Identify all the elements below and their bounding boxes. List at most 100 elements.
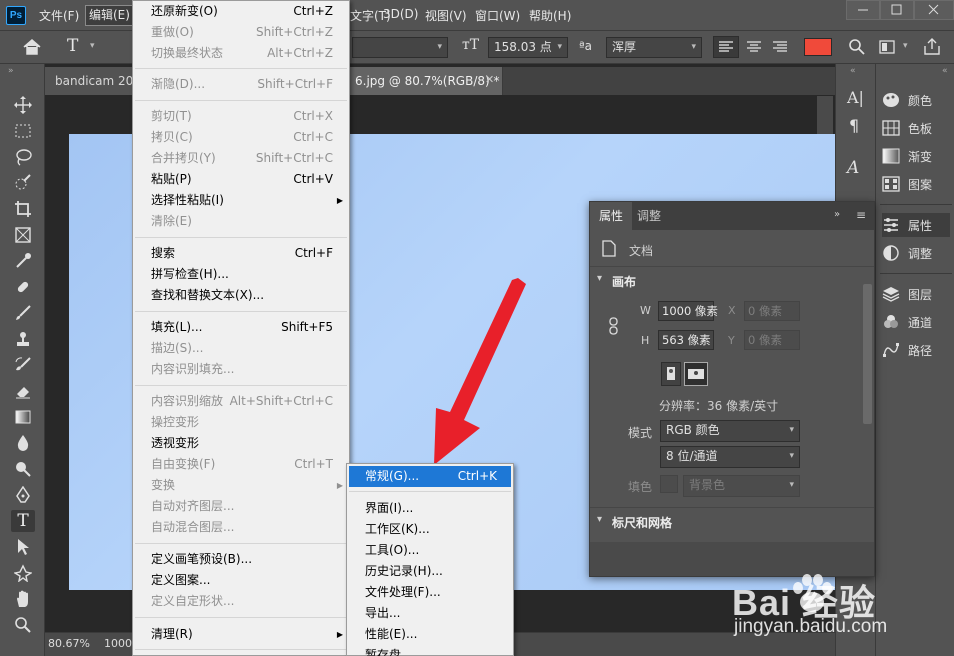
menu-window[interactable]: 窗口(W) <box>475 7 520 24</box>
menu-3d[interactable]: 3D(D) <box>383 7 418 21</box>
menu-item-free-transform[interactable]: 自由变换(F) Ctrl+T <box>133 454 349 475</box>
frame-tool-icon[interactable] <box>11 224 35 246</box>
submenu-item-history[interactable]: 历史记录(H)... <box>347 561 513 582</box>
menu-item-clear[interactable]: 清除(E) <box>133 211 349 232</box>
hand-tool-icon[interactable] <box>11 588 35 610</box>
doc-tab-1[interactable]: bandicam 202 <box>45 67 145 95</box>
submenu-item-workspace[interactable]: 工作区(K)... <box>347 519 513 540</box>
menu-item-transform[interactable]: 变换 ▶ <box>133 475 349 496</box>
menu-view[interactable]: 视图(V) <box>425 7 467 24</box>
paragraph-icon[interactable]: ¶ <box>849 116 859 135</box>
submenu-item-scratch-disks[interactable]: 暂存盘... <box>347 645 513 656</box>
menu-item-toggle-last-state[interactable]: 切换最终状态 Alt+Ctrl+Z <box>133 43 349 64</box>
minimize-button[interactable] <box>846 0 880 20</box>
workspace-icon[interactable] <box>878 38 898 56</box>
menu-item-perspective-warp[interactable]: 透视变形 <box>133 433 349 454</box>
collapse-icon[interactable]: « <box>942 66 948 76</box>
y-input[interactable]: 0 像素 <box>744 330 800 350</box>
crop-tool-icon[interactable] <box>11 198 35 220</box>
chevron-down-icon[interactable]: ▾ <box>903 41 908 51</box>
submenu-item-performance[interactable]: 性能(E)... <box>347 624 513 645</box>
link-icon[interactable] <box>608 317 620 335</box>
menu-item-redo[interactable]: 重做(O) Shift+Ctrl+Z <box>133 22 349 43</box>
mode-dropdown[interactable]: RGB 颜色 ▾ <box>660 420 800 442</box>
menu-file[interactable]: 文件(F) <box>39 7 79 24</box>
menu-item-search[interactable]: 搜索 Ctrl+F <box>133 243 349 264</box>
collapse-icon[interactable]: » <box>834 209 840 220</box>
submenu-item-tools[interactable]: 工具(O)... <box>347 540 513 561</box>
chevron-down-icon[interactable]: ▾ <box>597 273 602 284</box>
type-tool-icon[interactable]: T <box>11 510 35 532</box>
canvas-section-title[interactable]: 画布 <box>612 273 636 290</box>
dock-layers[interactable]: 图层 <box>882 282 950 306</box>
dock-gradients[interactable]: 渐变 <box>882 144 950 168</box>
eyedropper-tool-icon[interactable] <box>11 250 35 272</box>
move-tool-icon[interactable] <box>11 94 35 116</box>
brush-tool-icon[interactable] <box>11 302 35 324</box>
gradient-tool-icon[interactable] <box>11 406 35 428</box>
path-selection-tool-icon[interactable] <box>11 536 35 558</box>
menu-item-find-replace[interactable]: 查找和替换文本(X)... <box>133 285 349 306</box>
pen-tool-icon[interactable] <box>11 484 35 506</box>
fill-swatch[interactable] <box>660 475 678 493</box>
share-icon[interactable] <box>922 37 942 57</box>
fill-dropdown[interactable]: 背景色 ▾ <box>683 475 800 497</box>
bit-depth-dropdown[interactable]: 8 位/通道 ▾ <box>660 446 800 468</box>
dock-paths[interactable]: 路径 <box>882 338 950 362</box>
dock-patterns[interactable]: 图案 <box>882 172 950 196</box>
menu-item-auto-align[interactable]: 自动对齐图层... <box>133 496 349 517</box>
submenu-item-general[interactable]: 常规(G)... Ctrl+K <box>349 466 511 487</box>
align-center-button[interactable] <box>742 37 766 57</box>
dodge-tool-icon[interactable] <box>11 458 35 480</box>
width-input[interactable]: 1000 像素 <box>658 301 718 321</box>
portrait-orientation-button[interactable] <box>661 362 681 386</box>
menu-item-define-brush[interactable]: 定义画笔预设(B)... <box>133 549 349 570</box>
align-left-button[interactable] <box>713 36 739 58</box>
dock-properties[interactable]: 属性 <box>882 213 950 237</box>
dock-channels[interactable]: 通道 <box>882 310 950 334</box>
menu-item-cut[interactable]: 剪切(T) Ctrl+X <box>133 106 349 127</box>
marquee-tool-icon[interactable] <box>11 120 35 142</box>
menu-item-define-shape[interactable]: 定义自定形状... <box>133 591 349 612</box>
type-tool-preset-icon[interactable]: T <box>67 36 78 56</box>
height-input[interactable]: 563 像素 <box>658 330 714 350</box>
zoom-tool-icon[interactable] <box>11 614 35 636</box>
tab-properties[interactable]: 属性 <box>590 202 633 230</box>
dock-color[interactable]: 颜色 <box>882 88 950 112</box>
anti-alias-dropdown[interactable]: 浑厚 ▾ <box>606 37 702 58</box>
glyphs-icon[interactable]: A <box>847 158 859 178</box>
eraser-tool-icon[interactable] <box>11 380 35 402</box>
clone-stamp-tool-icon[interactable] <box>11 328 35 350</box>
dock-swatches[interactable]: 色板 <box>882 116 950 140</box>
rulers-grids-section-title[interactable]: 标尺和网格 <box>612 514 672 531</box>
menu-item-define-pattern[interactable]: 定义图案... <box>133 570 349 591</box>
chevron-down-icon[interactable]: ▾ <box>90 41 95 51</box>
text-color-swatch[interactable] <box>804 38 832 56</box>
chevron-down-icon[interactable]: ▾ <box>597 514 602 525</box>
collapse-icon[interactable]: « <box>850 66 856 76</box>
panel-menu-icon[interactable]: ≡ <box>856 208 866 222</box>
zoom-level[interactable]: 80.67% <box>48 637 90 650</box>
healing-brush-tool-icon[interactable] <box>11 276 35 298</box>
menu-item-content-aware-fill[interactable]: 内容识别填充... <box>133 359 349 380</box>
lasso-tool-icon[interactable] <box>11 146 35 168</box>
menu-item-spell-check[interactable]: 拼写检查(H)... <box>133 264 349 285</box>
menu-item-undo[interactable]: 还原新变(O) Ctrl+Z <box>133 1 349 22</box>
menu-item-copy-merged[interactable]: 合并拷贝(Y) Shift+Ctrl+C <box>133 148 349 169</box>
menu-edit[interactable]: 编辑(E) <box>85 5 134 26</box>
font-size-input[interactable]: 158.03 点 ▾ <box>488 37 568 58</box>
quick-selection-tool-icon[interactable] <box>11 172 35 194</box>
menu-item-content-aware-scale[interactable]: 内容识别缩放 Alt+Shift+Ctrl+C <box>133 391 349 412</box>
menu-item-paste-special[interactable]: 选择性粘贴(I) ▶ <box>133 190 349 211</box>
menu-item-stroke[interactable]: 描边(S)... <box>133 338 349 359</box>
landscape-orientation-button[interactable] <box>684 362 708 386</box>
align-right-button[interactable] <box>768 37 792 57</box>
home-icon[interactable] <box>22 38 42 56</box>
dock-adjustments[interactable]: 调整 <box>882 241 950 265</box>
close-tab-icon[interactable]: ✕ <box>485 73 494 86</box>
menu-item-purge[interactable]: 清理(R) ▶ <box>133 624 349 645</box>
menu-item-copy[interactable]: 拷贝(C) Ctrl+C <box>133 127 349 148</box>
doc-tab-active[interactable]: 6.jpg @ 80.7%(RGB/8) * <box>345 67 503 95</box>
search-icon[interactable] <box>848 38 866 56</box>
submenu-item-export[interactable]: 导出... <box>347 603 513 624</box>
